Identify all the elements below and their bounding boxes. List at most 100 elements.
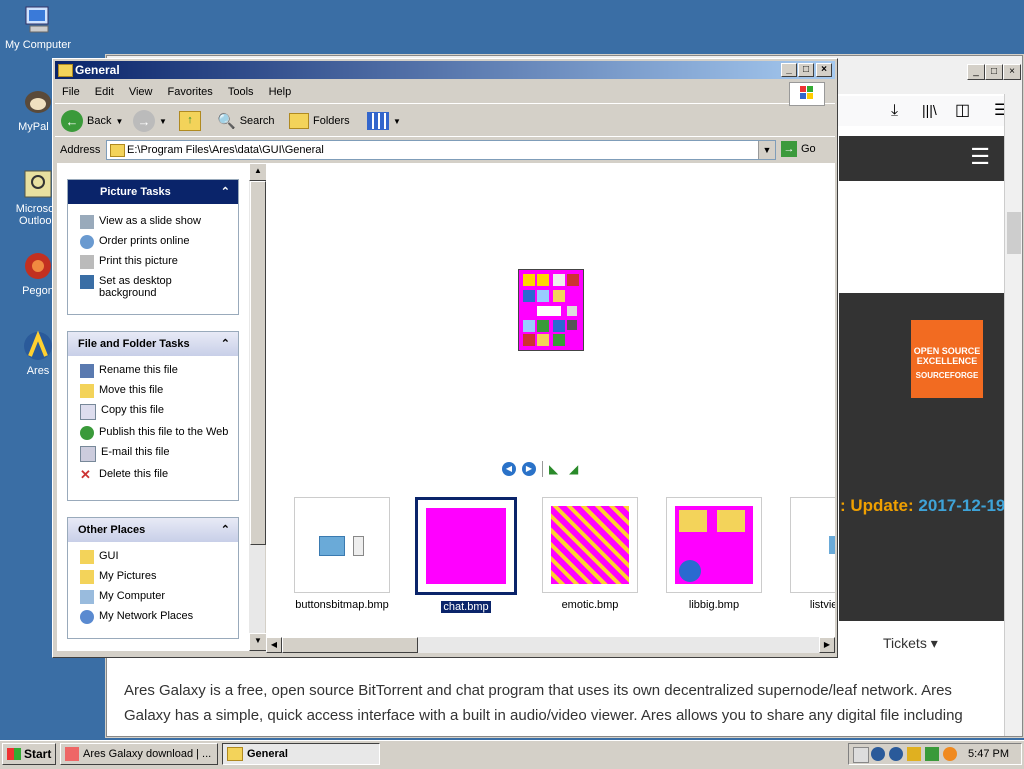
file-name: emotic.bmp <box>561 599 619 611</box>
horizontal-scrollbar[interactable]: ◀ ▶ <box>266 637 835 653</box>
next-image-button[interactable]: ▶ <box>522 462 536 476</box>
chevron-down-icon[interactable]: ▼ <box>159 117 167 126</box>
picture-tasks-header[interactable]: Picture Tasks ⌃ <box>68 180 238 204</box>
scroll-thumb[interactable] <box>250 181 266 545</box>
delete-icon: ✕ <box>80 467 91 482</box>
task-print-picture[interactable]: Print this picture <box>68 252 238 272</box>
task-set-background[interactable]: Set as desktop background <box>68 272 238 302</box>
clock[interactable]: 5:47 PM <box>968 748 1009 760</box>
ares-tray-icon[interactable] <box>871 747 885 761</box>
place-my-pictures[interactable]: My Pictures <box>68 567 238 587</box>
forward-button[interactable]: → ▼ <box>133 109 167 133</box>
start-button[interactable]: Start <box>2 743 56 765</box>
previous-image-button[interactable]: ◀ <box>502 462 516 476</box>
collapse-icon[interactable]: ⌃ <box>221 180 230 204</box>
task-pane-scrollbar[interactable]: ▲ ▼ <box>249 163 267 651</box>
chevron-down-icon[interactable]: ▼ <box>758 141 775 159</box>
maximize-button[interactable]: □ <box>798 63 814 77</box>
up-button[interactable]: ↑ <box>179 109 201 133</box>
task-publish-file[interactable]: Publish this file to the Web <box>68 423 238 443</box>
menu-help[interactable]: Help <box>262 81 297 98</box>
collapse-icon[interactable]: ⌃ <box>221 518 230 542</box>
task-view-slideshow[interactable]: View as a slide show <box>68 212 238 232</box>
task-move-file[interactable]: Move this file <box>68 381 238 401</box>
thumbnail-frame <box>542 497 638 593</box>
rotate-clockwise-icon[interactable]: ◣ <box>549 463 563 475</box>
menu-view[interactable]: View <box>122 81 158 98</box>
forward-arrow-icon: → <box>133 110 155 132</box>
scroll-right-arrow[interactable]: ▶ <box>819 637 835 653</box>
place-network[interactable]: My Network Places <box>68 607 238 627</box>
chevron-down-icon[interactable]: ▼ <box>115 117 123 126</box>
browser-scrollbar[interactable] <box>1004 94 1022 736</box>
file-tasks-header[interactable]: File and Folder Tasks ⌃ <box>68 332 238 356</box>
task-copy-file[interactable]: Copy this file <box>68 401 238 423</box>
search-button[interactable]: 🔍 Search <box>217 109 275 133</box>
file-thumbnail[interactable]: listviewbitm <box>776 497 835 613</box>
ares-tray-icon[interactable] <box>889 747 903 761</box>
window-titlebar[interactable]: General _ □ × <box>55 61 835 79</box>
folder-icon <box>227 747 243 761</box>
back-button[interactable]: ← Back ▼ <box>61 109 123 133</box>
task-label: Rename this file <box>99 364 178 376</box>
scroll-down-arrow[interactable]: ▼ <box>249 633 267 651</box>
search-icon: 🔍 <box>217 113 236 130</box>
close-button[interactable]: × <box>1003 64 1021 80</box>
task-pane: Picture Tasks ⌃ View as a slide show Ord… <box>57 163 249 651</box>
menu-edit[interactable]: Edit <box>88 81 119 98</box>
preview-icon-grid <box>523 274 579 346</box>
place-my-computer[interactable]: My Computer <box>68 587 238 607</box>
maximize-button[interactable]: □ <box>985 64 1003 80</box>
go-button[interactable]: → Go <box>781 141 816 157</box>
other-places-panel: Other Places ⌃ GUI My Pictures My Comput… <box>67 517 239 639</box>
hamburger-icon[interactable]: ☰ <box>970 144 990 170</box>
image-preview <box>518 269 584 351</box>
recycle-icon[interactable] <box>925 747 939 761</box>
scroll-thumb[interactable] <box>282 637 418 653</box>
taskbar-item-browser[interactable]: Ares Galaxy download | ... <box>60 743 218 765</box>
pegon-icon <box>22 250 54 282</box>
scroll-left-arrow[interactable]: ◀ <box>266 637 282 653</box>
minimize-button[interactable]: _ <box>967 64 985 80</box>
library-icon[interactable]: |||\ <box>922 102 937 118</box>
task-label: E-mail this file <box>101 446 170 458</box>
panel-title: Other Places <box>78 524 146 536</box>
scroll-up-arrow[interactable]: ▲ <box>249 163 267 181</box>
minimize-button[interactable]: _ <box>781 63 797 77</box>
menu-tools[interactable]: Tools <box>221 81 259 98</box>
close-button[interactable]: × <box>816 63 832 77</box>
keyboard-icon[interactable] <box>853 747 869 763</box>
views-button[interactable]: ▼ <box>367 109 401 133</box>
download-icon[interactable]: ⤓ <box>891 102 898 120</box>
taskbar-item-explorer[interactable]: General <box>222 743 380 765</box>
desktop-icon-my-computer[interactable]: My Computer <box>0 4 76 51</box>
task-order-prints[interactable]: Order prints online <box>68 232 238 252</box>
search-tray-icon[interactable] <box>943 747 957 761</box>
go-arrow-icon: → <box>781 141 797 157</box>
menu-favorites[interactable]: Favorites <box>161 81 218 98</box>
rotate-counterclockwise-icon[interactable]: ◢ <box>569 463 583 475</box>
task-email-file[interactable]: E-mail this file <box>68 443 238 465</box>
file-thumbnail-selected[interactable]: chat.bmp <box>404 497 528 613</box>
address-input[interactable]: E:\Program Files\Ares\data\GUI\General ▼ <box>106 140 776 160</box>
place-gui[interactable]: GUI <box>68 547 238 567</box>
file-thumbnail[interactable]: emotic.bmp <box>528 497 652 613</box>
task-rename-file[interactable]: Rename this file <box>68 361 238 381</box>
other-places-header[interactable]: Other Places ⌃ <box>68 518 238 542</box>
shield-icon[interactable] <box>907 747 921 761</box>
update-date[interactable]: 2017-12-19 <box>918 496 1005 515</box>
chevron-down-icon[interactable]: ▼ <box>393 117 401 126</box>
file-thumbnail[interactable]: libbig.bmp <box>652 497 776 613</box>
back-arrow-icon: ← <box>61 110 83 132</box>
menu-file[interactable]: File <box>55 81 85 98</box>
collapse-icon[interactable]: ⌃ <box>221 332 230 356</box>
explorer-window[interactable]: General _ □ × File Edit View Favorites T… <box>52 58 838 658</box>
sidebar-icon[interactable]: ◫ <box>955 100 970 120</box>
folders-button[interactable]: Folders <box>289 109 350 133</box>
scroll-thumb[interactable] <box>1007 212 1021 254</box>
task-delete-file[interactable]: ✕ Delete this file <box>68 465 238 485</box>
file-thumbnail[interactable]: buttonsbitmap.bmp <box>280 497 404 613</box>
libbig-bitmap-preview <box>675 506 753 584</box>
tickets-menu[interactable]: Tickets ▾ <box>883 635 938 652</box>
folder-up-icon: ↑ <box>179 111 201 131</box>
